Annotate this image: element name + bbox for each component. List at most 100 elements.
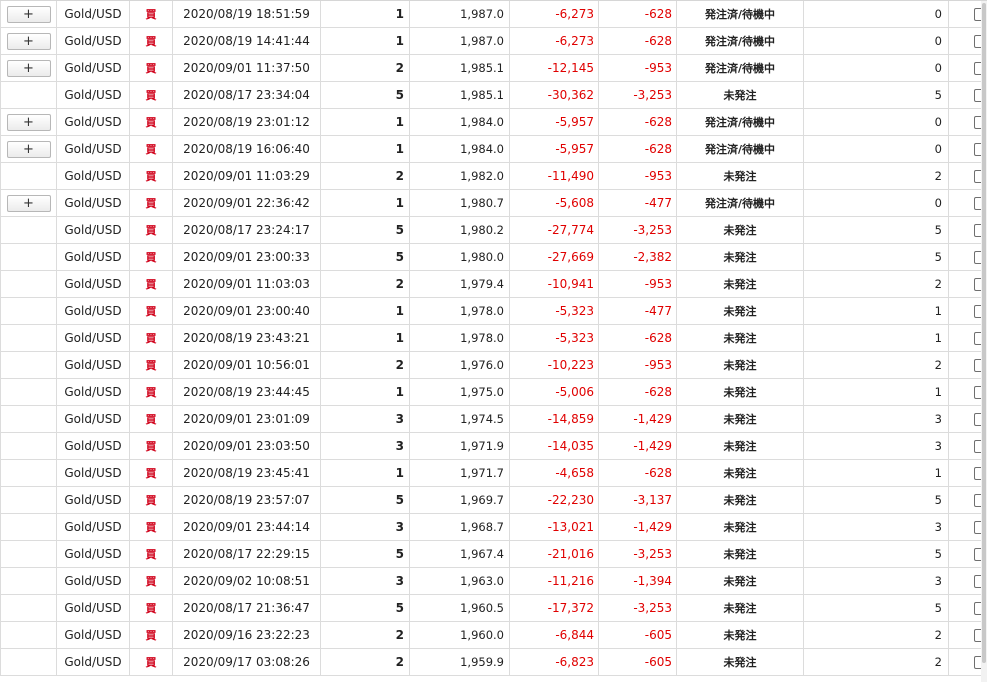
order-status: 未発注 [677,649,804,676]
table-row: Gold/USD 買 2020/09/16 23:22:23 2 1,960.0… [1,622,987,649]
order-time: 2020/08/19 23:44:45 [173,379,321,406]
expand-button[interactable]: + [7,33,51,50]
swap-value: -628 [599,379,677,406]
symbol: Gold/USD [57,1,130,28]
profit-loss: -30,362 [510,82,599,109]
price: 1,960.0 [410,622,510,649]
order-time: 2020/09/02 10:08:51 [173,568,321,595]
quantity: 2 [321,163,410,190]
symbol: Gold/USD [57,298,130,325]
side: 買 [130,568,173,595]
profit-loss: -5,608 [510,190,599,217]
swap-value: -628 [599,136,677,163]
count-value: 2 [804,622,949,649]
symbol: Gold/USD [57,379,130,406]
positions-panel: + Gold/USD 買 2020/08/19 18:51:59 1 1,987… [0,0,987,681]
count-value: 5 [804,217,949,244]
symbol: Gold/USD [57,541,130,568]
price: 1,985.1 [410,55,510,82]
swap-value: -605 [599,649,677,676]
price: 1,980.2 [410,217,510,244]
count-value: 0 [804,109,949,136]
expand-button[interactable]: + [7,195,51,212]
order-time: 2020/08/19 16:06:40 [173,136,321,163]
side: 買 [130,595,173,622]
swap-value: -1,394 [599,568,677,595]
swap-value: -953 [599,352,677,379]
table-row: + Gold/USD 買 2020/08/19 16:06:40 1 1,984… [1,136,987,163]
expand-cell [1,649,57,676]
expand-cell [1,352,57,379]
table-row: Gold/USD 買 2020/09/01 23:01:09 3 1,974.5… [1,406,987,433]
scrollbar-thumb[interactable] [982,3,986,663]
expand-button[interactable]: + [7,141,51,158]
table-row: Gold/USD 買 2020/09/01 11:03:03 2 1,979.4… [1,271,987,298]
profit-loss: -5,006 [510,379,599,406]
quantity: 5 [321,487,410,514]
expand-cell [1,217,57,244]
profit-loss: -5,957 [510,109,599,136]
order-status: 未発注 [677,298,804,325]
expand-cell [1,325,57,352]
order-time: 2020/08/19 23:43:21 [173,325,321,352]
quantity: 1 [321,109,410,136]
profit-loss: -6,273 [510,28,599,55]
profit-loss: -12,145 [510,55,599,82]
order-time: 2020/08/17 21:36:47 [173,595,321,622]
price: 1,984.0 [410,136,510,163]
count-value: 0 [804,1,949,28]
profit-loss: -13,021 [510,514,599,541]
expand-button[interactable]: + [7,60,51,77]
quantity: 1 [321,379,410,406]
table-row: + Gold/USD 買 2020/09/01 22:36:42 1 1,980… [1,190,987,217]
order-status: 未発注 [677,271,804,298]
side: 買 [130,541,173,568]
side: 買 [130,460,173,487]
table-row: Gold/USD 買 2020/08/19 23:57:07 5 1,969.7… [1,487,987,514]
expand-button[interactable]: + [7,6,51,23]
quantity: 2 [321,649,410,676]
symbol: Gold/USD [57,595,130,622]
order-status: 発注済/待機中 [677,109,804,136]
symbol: Gold/USD [57,649,130,676]
expand-cell [1,514,57,541]
order-time: 2020/09/17 03:08:26 [173,649,321,676]
expand-cell [1,487,57,514]
swap-value: -477 [599,298,677,325]
side: 買 [130,271,173,298]
price: 1,984.0 [410,109,510,136]
quantity: 5 [321,595,410,622]
quantity: 1 [321,460,410,487]
side: 買 [130,298,173,325]
swap-value: -1,429 [599,433,677,460]
expand-cell [1,568,57,595]
order-status: 未発注 [677,406,804,433]
expand-cell: + [1,28,57,55]
expand-cell [1,433,57,460]
expand-cell: + [1,109,57,136]
price: 1,968.7 [410,514,510,541]
symbol: Gold/USD [57,406,130,433]
quantity: 2 [321,622,410,649]
profit-loss: -14,035 [510,433,599,460]
swap-value: -3,253 [599,82,677,109]
profit-loss: -4,658 [510,460,599,487]
table-row: + Gold/USD 買 2020/09/01 11:37:50 2 1,985… [1,55,987,82]
side: 買 [130,28,173,55]
expand-cell [1,244,57,271]
quantity: 5 [321,244,410,271]
vertical-scrollbar[interactable] [981,1,987,682]
order-status: 未発注 [677,163,804,190]
quantity: 3 [321,406,410,433]
expand-cell [1,460,57,487]
order-time: 2020/09/01 23:44:14 [173,514,321,541]
quantity: 3 [321,568,410,595]
swap-value: -3,253 [599,595,677,622]
expand-button[interactable]: + [7,114,51,131]
swap-value: -628 [599,325,677,352]
price: 1,963.0 [410,568,510,595]
count-value: 1 [804,325,949,352]
side: 買 [130,352,173,379]
order-time: 2020/09/01 23:03:50 [173,433,321,460]
side: 買 [130,190,173,217]
